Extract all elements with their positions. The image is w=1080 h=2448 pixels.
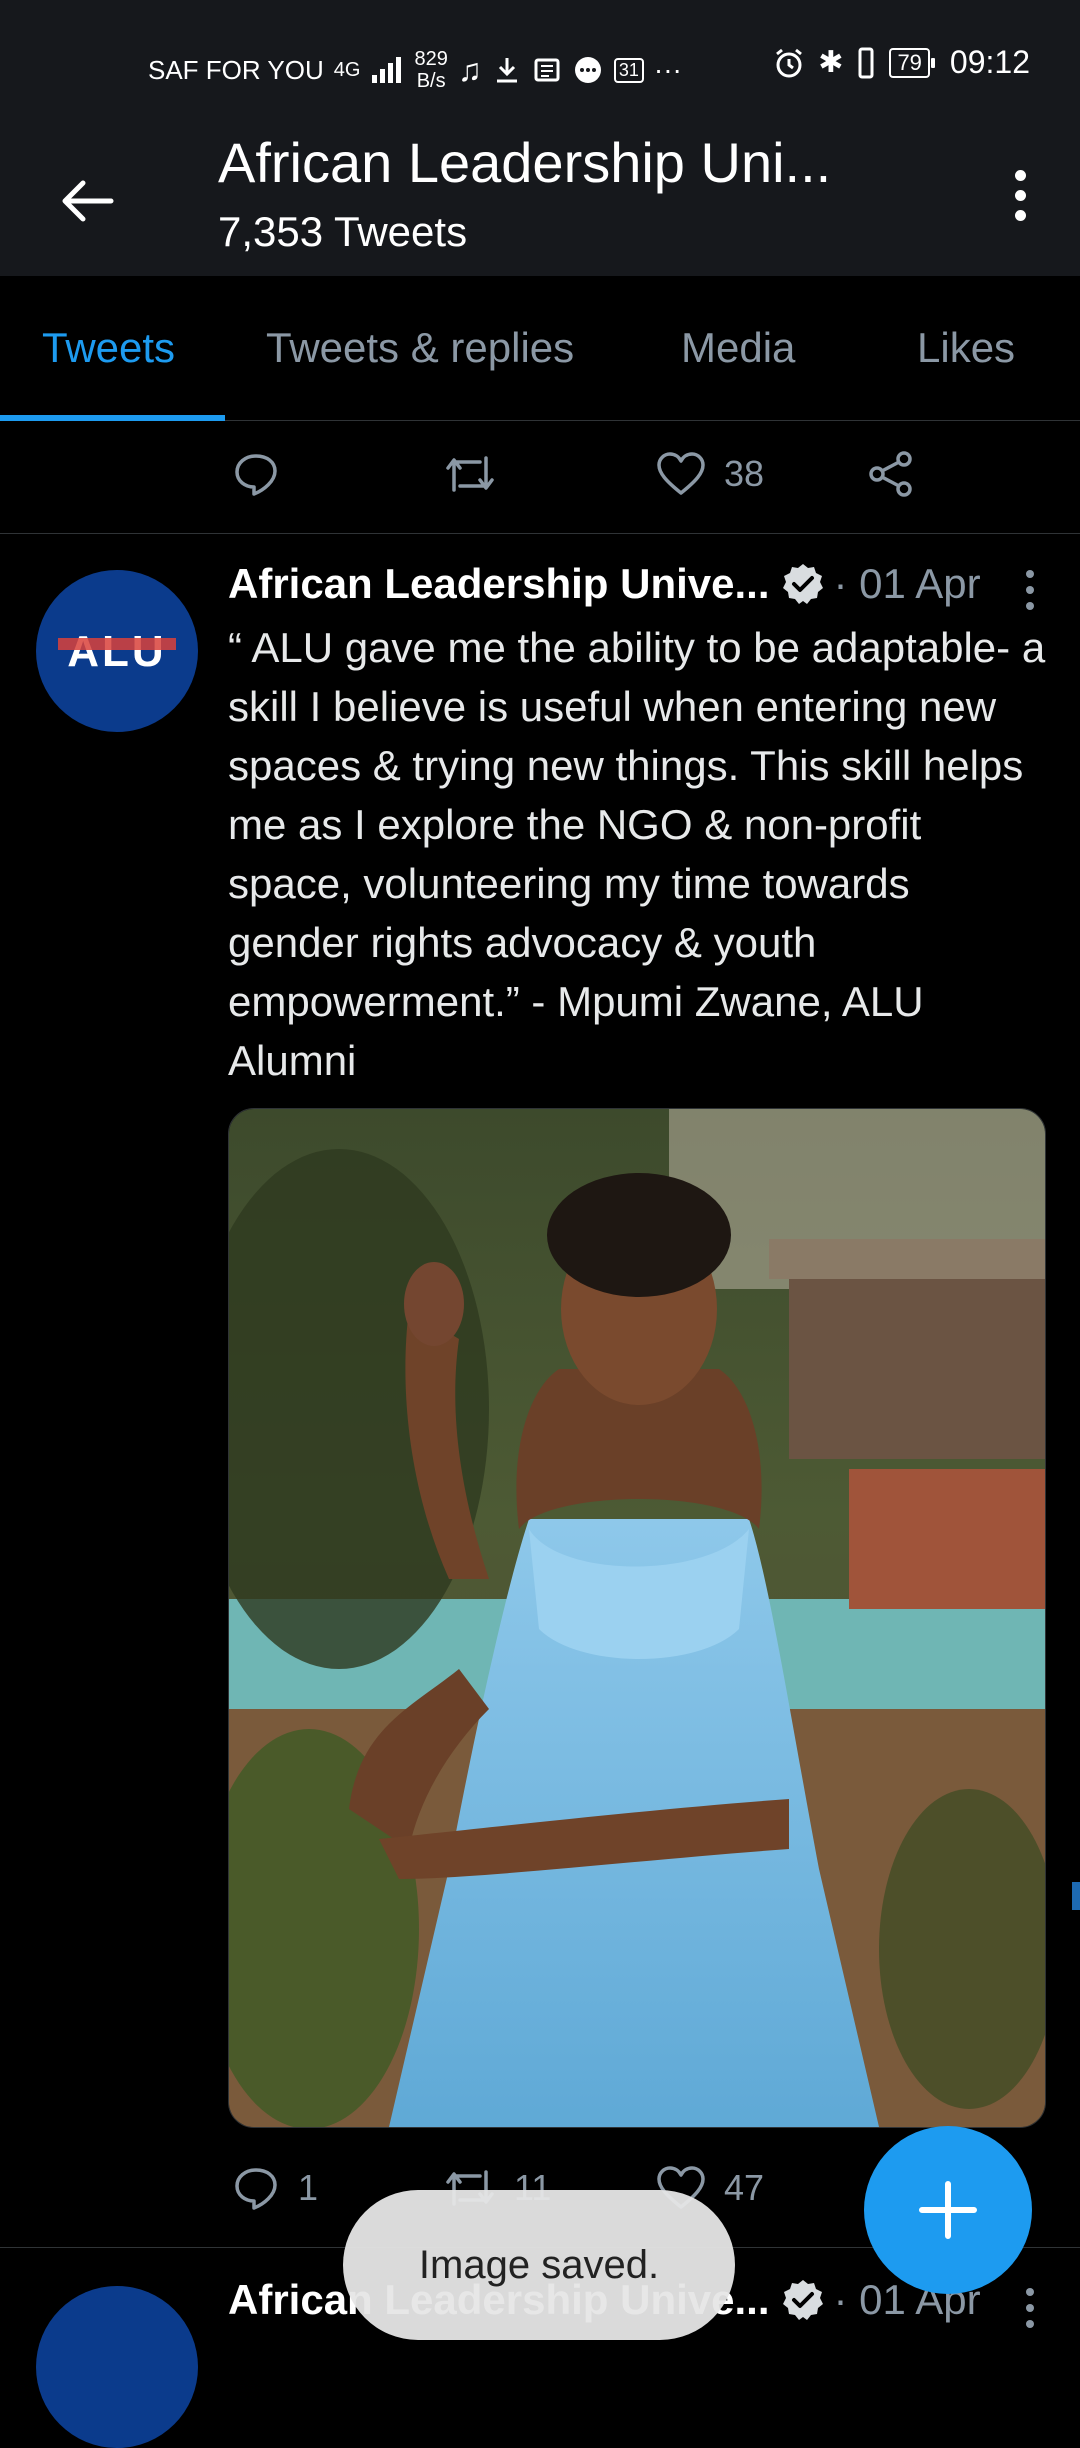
- music-icon: ♫: [457, 51, 482, 88]
- reply-icon: [235, 454, 277, 496]
- tweet-photo[interactable]: [228, 1108, 1046, 2128]
- download-icon: [496, 58, 517, 83]
- like-button[interactable]: 38: [656, 424, 764, 524]
- author-name[interactable]: African Leadership Unive...: [228, 560, 770, 608]
- alarm-icon: [776, 48, 803, 77]
- avatar-logo-text: ALU: [67, 627, 166, 676]
- more-dot: [1026, 2320, 1034, 2328]
- more-dot: [1026, 586, 1034, 594]
- more-dot: [1026, 602, 1034, 610]
- tweet-menu-button[interactable]: [1020, 570, 1040, 610]
- tweet-menu-button[interactable]: [1020, 2288, 1040, 2328]
- retweet-button[interactable]: [444, 424, 496, 524]
- news-icon: [534, 58, 560, 82]
- reply-icon: [235, 2168, 277, 2210]
- avatar[interactable]: ALU: [36, 570, 198, 732]
- profile-header: African Leadership Uni... 7,353 Tweets: [0, 130, 1080, 276]
- calendar-icon: 31: [613, 57, 644, 83]
- verified-badge-icon: [782, 2280, 823, 2320]
- tab-tweets-replies[interactable]: Tweets & replies: [266, 324, 574, 372]
- status-left: SAF FOR YOU 4G 829 B/s ♫ 31 ···: [148, 48, 682, 92]
- active-tab-indicator: [0, 415, 225, 421]
- back-arrow-icon: [62, 180, 114, 222]
- network-type: 4G: [333, 59, 361, 81]
- like-count: 47: [724, 2167, 765, 2208]
- portrait-photo: [229, 1109, 1045, 2127]
- alu-logo: ALU: [58, 627, 176, 676]
- more-dot: [1026, 2304, 1034, 2312]
- overflow-menu-button[interactable]: [990, 160, 1050, 230]
- tweet-header: African Leadership Unive... · 01 Apr: [228, 560, 981, 608]
- clock: 09:12: [949, 44, 1030, 80]
- toast-notification: Image saved.: [343, 2190, 735, 2340]
- page-title: African Leadership Uni...: [218, 131, 832, 194]
- previous-tweet-actions: 38: [0, 424, 1080, 524]
- like-count: 38: [724, 453, 765, 494]
- tweet-text: “ ALU gave me the ability to be adaptabl…: [228, 624, 1046, 1084]
- status-bar: SAF FOR YOU 4G 829 B/s ♫ 31 ··· ✱ 79 09:…: [0, 0, 1080, 130]
- reply-count: 1: [298, 2167, 319, 2208]
- more-notifications-icon: ···: [653, 54, 682, 85]
- scrollbar-thumb[interactable]: [1072, 1882, 1080, 1910]
- share-icon: [869, 451, 912, 497]
- signal-icon: [372, 57, 402, 83]
- tab-likes[interactable]: Likes: [917, 324, 1015, 372]
- bluetooth-icon: ✱: [818, 46, 844, 79]
- vibrate-icon: [858, 47, 874, 78]
- plus-icon: [919, 2181, 977, 2239]
- tab-tweets[interactable]: Tweets: [42, 324, 175, 372]
- compose-tweet-button[interactable]: [864, 2126, 1032, 2294]
- chat-bubble-icon: [574, 57, 601, 83]
- tab-media[interactable]: Media: [681, 324, 795, 372]
- more-vertical-icon: [1026, 570, 1034, 578]
- tweet-date[interactable]: · 01 Apr: [834, 560, 981, 608]
- speed-value: 829: [414, 48, 448, 70]
- tweet-count: 7,353 Tweets: [218, 208, 468, 255]
- network-speed: 829 B/s: [414, 48, 447, 92]
- status-right: ✱ 79 09:12: [772, 44, 1030, 81]
- more-dot: [1014, 189, 1026, 201]
- more-vertical-icon: [1026, 2288, 1034, 2296]
- share-button[interactable]: [866, 424, 916, 524]
- reply-button[interactable]: [232, 424, 280, 524]
- more-dot: [1014, 209, 1026, 221]
- avatar[interactable]: [36, 2286, 198, 2448]
- reply-button[interactable]: 1: [232, 2138, 318, 2238]
- more-vertical-icon: [1014, 169, 1026, 181]
- battery-icon: 79: [889, 47, 936, 78]
- verified-badge-icon: [782, 564, 823, 604]
- speed-unit: B/s: [416, 70, 446, 92]
- profile-tabs: Tweets Tweets & replies Media Likes: [0, 276, 1080, 421]
- carrier-label: SAF FOR YOU: [148, 54, 324, 85]
- retweet-icon: [446, 456, 494, 492]
- back-button[interactable]: [52, 166, 122, 236]
- heart-icon: [657, 452, 705, 495]
- tweet-divider: [0, 533, 1080, 534]
